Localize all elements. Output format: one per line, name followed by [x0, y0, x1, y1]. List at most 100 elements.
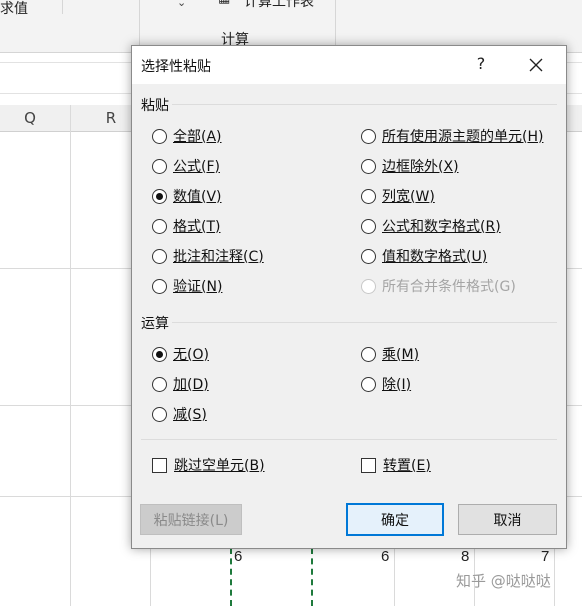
column-header-q[interactable]: Q [15, 109, 45, 127]
close-button[interactable] [518, 49, 554, 79]
radio-option[interactable]: 数值(V) [152, 186, 222, 206]
ok-button[interactable]: 确定 [346, 503, 444, 536]
option-text: 全部 [173, 129, 201, 145]
cell-value[interactable]: 6 [381, 548, 389, 565]
radio-option[interactable]: 减(S) [152, 404, 207, 424]
option-text: 批注和注释 [173, 249, 243, 265]
paste-link-button[interactable]: 粘贴链接(L) [140, 504, 242, 535]
access-key: T [206, 219, 216, 235]
radio-icon [361, 278, 376, 294]
access-key: W [415, 189, 430, 205]
checkbox-icon[interactable] [361, 457, 376, 473]
radio-option[interactable]: 值和数字格式(U) [361, 246, 487, 266]
option-text: 除 [382, 377, 396, 393]
cancel-button[interactable]: 取消 [458, 504, 557, 535]
option-text: 格式 [173, 219, 201, 235]
section-divider [141, 439, 557, 440]
radio-icon[interactable] [152, 128, 167, 144]
option-label: 转置(E) [383, 458, 431, 474]
radio-option[interactable]: 公式和数字格式(R) [361, 216, 501, 236]
radio-icon[interactable] [361, 158, 376, 174]
radio-icon[interactable] [361, 128, 376, 144]
grid-line [70, 105, 71, 606]
chevron-down-icon[interactable]: ⌄ [177, 0, 186, 9]
radio-option: 所有合并条件格式(G) [361, 276, 516, 296]
access-key: R [485, 219, 496, 235]
calculate-sheet-button[interactable]: 计算工作表 [244, 0, 314, 11]
option-text: 加 [173, 377, 187, 393]
radio-option[interactable]: 所有使用源主题的单元(H) [361, 126, 543, 146]
radio-option[interactable]: 无(O) [152, 344, 209, 364]
option-label: 所有合并条件格式(G) [382, 279, 516, 295]
radio-option[interactable]: 乘(M) [361, 344, 419, 364]
radio-option[interactable]: 边框除外(X) [361, 156, 459, 176]
radio-option[interactable]: 除(I) [361, 374, 411, 394]
radio-option[interactable]: 加(D) [152, 374, 209, 394]
access-key: O [192, 347, 204, 363]
radio-icon[interactable] [361, 188, 376, 204]
calculator-icon: ▦ [218, 0, 230, 6]
dialog-titlebar[interactable]: 选择性粘贴 ? [132, 46, 566, 84]
option-label: 跳过空单元(B) [174, 458, 265, 474]
radio-icon[interactable] [152, 278, 167, 294]
radio-icon[interactable] [361, 376, 376, 392]
option-label: 无(O) [173, 347, 209, 363]
help-button[interactable]: ? [466, 49, 496, 79]
radio-icon[interactable] [152, 158, 167, 174]
option-text: 值和数字格式 [382, 249, 466, 265]
access-key: B [249, 458, 260, 474]
radio-option[interactable]: 全部(A) [152, 126, 222, 146]
radio-option[interactable]: 公式(F) [152, 156, 220, 176]
option-text: 减 [173, 407, 187, 423]
option-label: 边框除外(X) [382, 159, 459, 175]
option-text: 转置 [383, 458, 411, 474]
option-label: 数值(V) [173, 189, 222, 205]
option-text: 所有合并条件格式 [382, 279, 494, 295]
radio-selected-icon[interactable] [152, 346, 167, 362]
radio-icon[interactable] [152, 406, 167, 422]
access-key: H [527, 129, 538, 145]
cell-value[interactable]: 6 [234, 548, 242, 565]
option-label: 加(D) [173, 377, 209, 393]
radio-icon[interactable] [152, 376, 167, 392]
radio-option[interactable]: 验证(N) [152, 276, 222, 296]
option-text: 公式和数字格式 [382, 219, 480, 235]
option-text: 数值 [173, 189, 201, 205]
checkbox-option[interactable]: 转置(E) [361, 455, 431, 475]
radio-icon[interactable] [361, 248, 376, 264]
option-label: 除(I) [382, 377, 412, 393]
cell-value[interactable]: 8 [461, 548, 469, 565]
option-label: 乘(M) [382, 347, 420, 363]
access-key: V [206, 189, 217, 205]
column-header-r[interactable]: R [96, 109, 126, 127]
radio-icon[interactable] [361, 218, 376, 234]
access-key: S [192, 407, 202, 423]
option-label: 公式(F) [173, 159, 220, 175]
access-key: C [248, 249, 259, 265]
radio-icon[interactable] [152, 218, 167, 234]
option-label: 批注和注释(C) [173, 249, 264, 265]
option-text: 无 [173, 347, 187, 363]
access-key: F [206, 159, 215, 175]
checkbox-icon[interactable] [152, 457, 167, 473]
evaluate-formula-label[interactable]: 求值 [0, 0, 28, 18]
option-text: 公式 [173, 159, 201, 175]
option-text: 边框除外 [382, 159, 438, 175]
option-label: 值和数字格式(U) [382, 249, 488, 265]
radio-option[interactable]: 批注和注释(C) [152, 246, 264, 266]
radio-selected-icon[interactable] [152, 188, 167, 204]
option-label: 列宽(W) [382, 189, 435, 205]
radio-option[interactable]: 格式(T) [152, 216, 221, 236]
radio-icon[interactable] [361, 346, 376, 362]
option-label: 格式(T) [173, 219, 221, 235]
option-text: 列宽 [382, 189, 410, 205]
access-key: E [416, 458, 426, 474]
radio-icon[interactable] [152, 248, 167, 264]
access-key: N [206, 279, 217, 295]
cell-value[interactable]: 7 [541, 548, 549, 565]
access-key: X [443, 159, 454, 175]
radio-option[interactable]: 列宽(W) [361, 186, 435, 206]
access-key: G [499, 279, 511, 295]
checkbox-option[interactable]: 跳过空单元(B) [152, 455, 265, 475]
option-text: 所有使用源主题的单元 [382, 129, 522, 145]
